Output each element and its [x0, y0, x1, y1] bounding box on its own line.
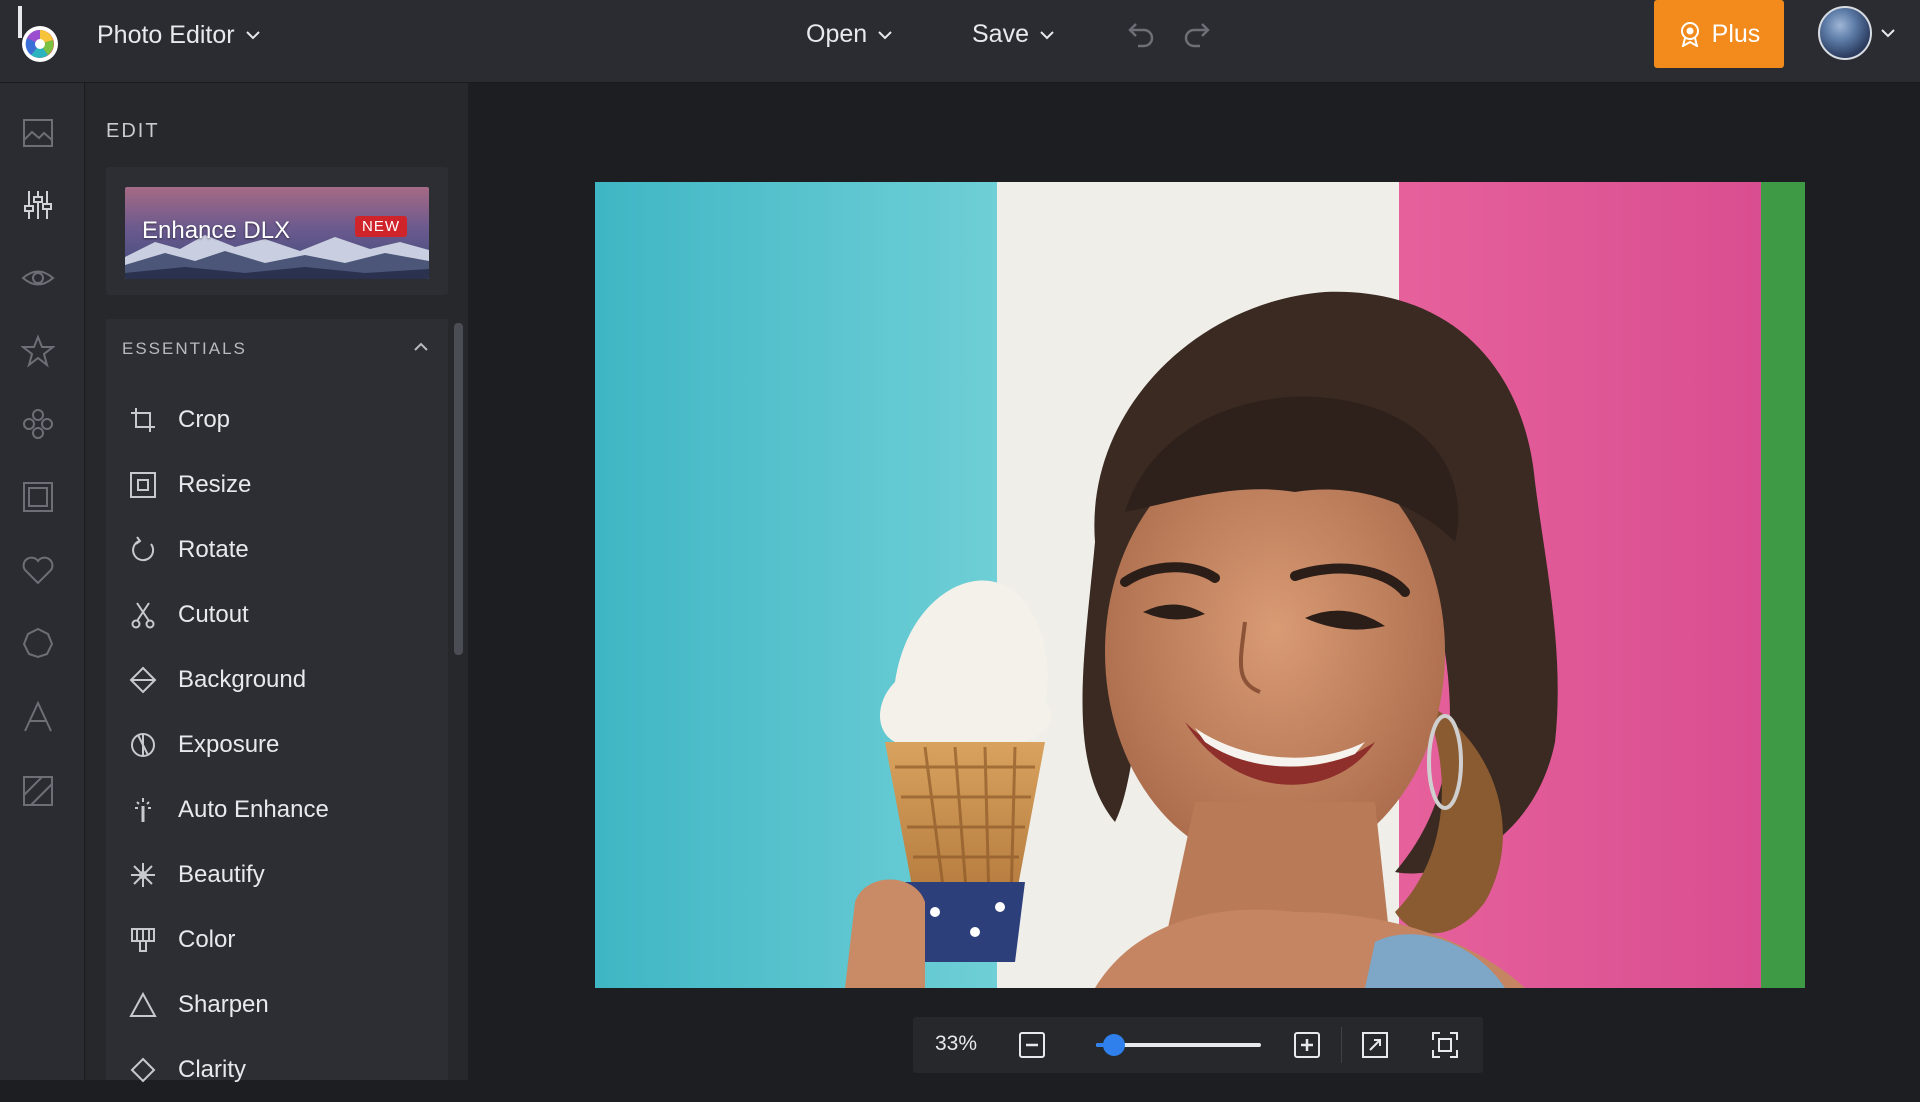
panel-scrollbar[interactable] — [454, 323, 463, 655]
badge-icon — [22, 627, 54, 659]
tool-color[interactable]: Color — [106, 907, 448, 972]
tool-label: Beautify — [178, 860, 265, 888]
eye-icon — [21, 270, 55, 286]
rail-item-text[interactable] — [18, 697, 58, 737]
open-menu[interactable]: Open — [806, 20, 893, 49]
chevron-down-icon — [1881, 29, 1895, 38]
tool-cutout[interactable]: Cutout — [106, 582, 448, 647]
tool-clarity[interactable]: Clarity — [106, 1037, 448, 1102]
zoom-in-icon[interactable] — [1293, 1031, 1321, 1059]
undo-icon[interactable] — [1122, 18, 1156, 52]
star-icon — [21, 334, 55, 368]
exposure-icon — [128, 730, 158, 760]
sparkle-icon — [128, 860, 158, 890]
sliders-icon — [24, 191, 52, 219]
promo-label: Enhance DLX — [142, 217, 291, 244]
avatar — [1818, 6, 1872, 60]
color-icon — [128, 925, 158, 955]
fit-to-screen-icon[interactable] — [1431, 1031, 1459, 1059]
diamond-icon — [128, 1055, 158, 1085]
zoom-slider-thumb[interactable] — [1102, 1034, 1125, 1056]
zoom-toolbar: 33% — [913, 1017, 1483, 1073]
resize-icon — [128, 470, 158, 500]
chevron-up-icon[interactable] — [411, 339, 431, 355]
text-icon — [24, 700, 52, 732]
rail-item-overlays[interactable] — [18, 623, 58, 663]
photo-canvas[interactable] — [595, 182, 1805, 988]
tool-sharpen[interactable]: Sharpen — [106, 972, 448, 1037]
expand-icon[interactable] — [1361, 1031, 1389, 1059]
tool-background[interactable]: Background — [106, 647, 448, 712]
tool-label: Clarity — [178, 1055, 247, 1083]
triangle-icon — [128, 990, 158, 1020]
tool-label: Exposure — [178, 730, 280, 758]
open-menu-label: Open — [806, 20, 868, 48]
zoom-value: 33% — [935, 1032, 978, 1055]
tool-beautify[interactable]: Beautify — [106, 842, 448, 907]
rail-item-graphics[interactable] — [18, 550, 58, 590]
save-menu[interactable]: Save — [972, 20, 1055, 49]
portrait-photo — [595, 182, 1805, 988]
plus-label: Plus — [1711, 19, 1761, 48]
tool-label: Auto Enhance — [178, 795, 329, 823]
new-badge: NEW — [355, 216, 407, 237]
rail-item-artsy[interactable] — [18, 331, 58, 371]
redo-icon[interactable] — [1182, 18, 1216, 52]
heart-icon — [22, 556, 54, 585]
edit-panel: EDIT Enhance DLX NEW ESSENTIALS Crop Res… — [85, 83, 468, 1083]
frame-icon — [23, 482, 53, 512]
chevron-down-icon — [1040, 30, 1054, 39]
rotate-icon — [128, 535, 158, 565]
top-bar: Photo Editor Open Save Plus — [0, 0, 1920, 83]
tool-resize[interactable]: Resize — [106, 452, 448, 517]
tool-list: Crop Resize Rotate Cutout Background Exp… — [106, 387, 448, 1102]
chevron-down-icon — [245, 31, 260, 40]
magic-wand-icon — [128, 795, 158, 825]
rail-item-touch-up[interactable] — [18, 404, 58, 444]
zoom-out-icon[interactable] — [1018, 1031, 1046, 1059]
flower-icon — [23, 409, 53, 439]
section-title: ESSENTIALS — [122, 339, 247, 358]
rail-item-image[interactable] — [18, 113, 58, 153]
tool-label: Background — [178, 665, 307, 693]
image-icon — [23, 119, 53, 147]
tool-exposure[interactable]: Exposure — [106, 712, 448, 777]
tool-category-rail — [0, 83, 85, 1080]
promo-card: Enhance DLX NEW — [106, 167, 448, 295]
crop-icon — [128, 405, 158, 435]
app-switcher[interactable]: Photo Editor — [97, 20, 261, 50]
zoom-divider — [1341, 1027, 1342, 1063]
tool-label: Cutout — [178, 600, 249, 628]
tool-auto-enhance[interactable]: Auto Enhance — [106, 777, 448, 842]
plus-upgrade-button[interactable]: Plus — [1654, 0, 1784, 68]
texture-icon — [23, 776, 53, 806]
app-switcher-label: Photo Editor — [97, 20, 235, 49]
award-icon — [1680, 22, 1699, 47]
tool-label: Crop — [178, 405, 231, 433]
tool-label: Resize — [178, 470, 252, 498]
essentials-section: ESSENTIALS Crop Resize Rotate Cutout Bac… — [106, 319, 448, 1083]
tool-label: Sharpen — [178, 990, 269, 1018]
tool-label: Rotate — [178, 535, 249, 563]
scissors-icon — [128, 600, 158, 630]
account-menu[interactable] — [1818, 6, 1904, 60]
rail-item-frames[interactable] — [18, 477, 58, 517]
tool-label: Color — [178, 925, 236, 953]
rail-item-effects[interactable] — [18, 258, 58, 298]
tool-rotate[interactable]: Rotate — [106, 517, 448, 582]
rail-item-edit[interactable] — [18, 185, 58, 225]
tool-crop[interactable]: Crop — [106, 387, 448, 452]
chevron-down-icon — [878, 30, 892, 39]
enhance-dlx-banner[interactable]: Enhance DLX NEW — [125, 187, 429, 279]
rail-item-textures[interactable] — [18, 771, 58, 811]
panel-title: EDIT — [106, 120, 160, 142]
save-menu-label: Save — [972, 20, 1029, 48]
befunky-logo[interactable] — [14, 2, 64, 68]
background-icon — [128, 665, 158, 695]
